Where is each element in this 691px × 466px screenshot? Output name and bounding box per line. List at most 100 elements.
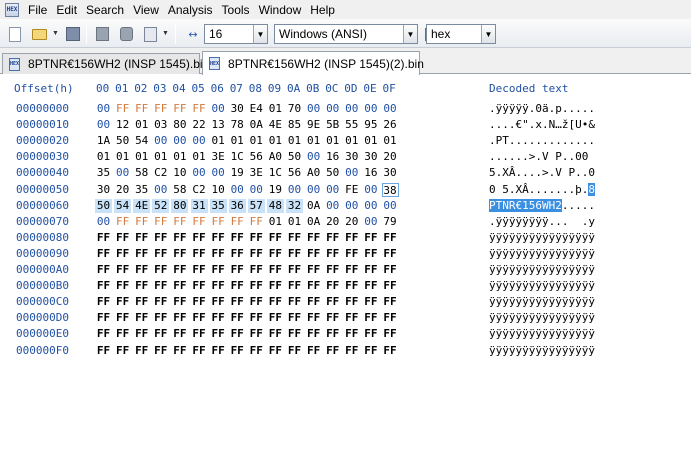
hex-byte-cell[interactable]: 22 (191, 118, 208, 132)
hex-byte-cell[interactable]: FF (191, 247, 208, 261)
hex-byte-cell[interactable]: FF (171, 263, 188, 277)
new-file-button[interactable] (6, 25, 24, 43)
hex-byte-cell[interactable]: FF (343, 311, 360, 325)
hex-byte-cell[interactable]: 00 (95, 118, 112, 132)
hex-byte-cell[interactable]: FF (267, 263, 284, 277)
hex-byte-cell[interactable]: 01 (133, 150, 150, 164)
hex-byte-cell[interactable]: FF (343, 263, 360, 277)
hex-byte-cell[interactable]: 30 (343, 150, 360, 164)
hex-byte-cell[interactable]: 1C (267, 166, 284, 180)
hex-byte-cell[interactable]: FF (248, 215, 265, 229)
hex-byte-cell[interactable]: 54 (114, 198, 132, 213)
hex-byte-cell[interactable]: FF (324, 279, 341, 293)
hex-byte-cell[interactable]: 01 (362, 134, 379, 148)
hex-byte-cell[interactable]: FF (343, 344, 360, 358)
hex-byte-cell[interactable]: FF (229, 247, 246, 261)
decoded-text[interactable]: .ÿÿÿÿÿÿÿÿ... .y (489, 214, 595, 230)
hex-byte-cell[interactable]: FF (286, 327, 303, 341)
hex-byte-cell[interactable]: 01 (229, 134, 246, 148)
hex-byte-cell[interactable]: FF (152, 279, 169, 293)
decoded-text[interactable]: ÿÿÿÿÿÿÿÿÿÿÿÿÿÿÿÿ (489, 326, 595, 342)
hex-byte-cell[interactable]: 16 (362, 166, 379, 180)
hex-byte-cell[interactable]: FF (267, 279, 284, 293)
hex-byte-cell[interactable]: FF (267, 231, 284, 245)
open-file-button[interactable] (30, 25, 48, 43)
open-dropdown-arrow-icon[interactable]: ▼ (52, 30, 59, 37)
hex-byte-cell[interactable]: FF (191, 327, 208, 341)
hex-byte-cell[interactable]: 00 (305, 102, 322, 116)
hex-byte-cell[interactable]: A0 (267, 150, 284, 164)
hex-byte-cell[interactable]: FF (362, 311, 379, 325)
hex-byte-cell[interactable]: 50 (114, 134, 131, 148)
hex-byte-cell[interactable]: FF (152, 263, 169, 277)
hex-byte-cell[interactable]: FF (133, 327, 150, 341)
hex-byte-cell[interactable]: 32 (286, 198, 303, 213)
hex-byte-cell[interactable]: FF (305, 231, 322, 245)
decoded-text[interactable]: ÿÿÿÿÿÿÿÿÿÿÿÿÿÿÿÿ (489, 310, 595, 326)
hex-byte-cell[interactable]: 00 (171, 134, 188, 148)
hex-byte-cell[interactable]: FF (171, 327, 188, 341)
hex-byte-cell[interactable]: 3E (210, 150, 227, 164)
hex-byte-cell[interactable]: C2 (191, 183, 208, 197)
hex-byte-cell[interactable]: 01 (171, 150, 188, 164)
hex-byte-cell[interactable]: FF (210, 247, 227, 261)
hex-byte-cell[interactable]: 56 (286, 166, 303, 180)
hex-byte-cell[interactable]: FF (191, 102, 208, 116)
hex-byte-cell[interactable]: FF (382, 295, 399, 309)
menu-search[interactable]: Search (85, 3, 132, 17)
decoded-text[interactable]: ÿÿÿÿÿÿÿÿÿÿÿÿÿÿÿÿ (489, 246, 595, 262)
hex-byte-cell[interactable]: FF (362, 231, 379, 245)
hex-byte-cell[interactable]: 01 (114, 150, 131, 164)
hex-byte-cell[interactable]: 00 (191, 134, 208, 148)
decoded-text[interactable]: .ÿÿÿÿÿ.0ä.p..... (489, 101, 595, 117)
hex-byte-cell[interactable]: FF (133, 311, 150, 325)
hex-byte-cell[interactable]: FF (267, 247, 284, 261)
decoded-text[interactable]: ÿÿÿÿÿÿÿÿÿÿÿÿÿÿÿÿ (489, 278, 595, 294)
hex-byte-cell[interactable]: 01 (248, 134, 265, 148)
hex-byte-cell[interactable]: FF (305, 311, 322, 325)
hex-byte-cell[interactable]: FF (133, 102, 150, 116)
hex-byte-cell[interactable]: 13 (210, 118, 227, 132)
hex-byte-cell[interactable]: FF (267, 344, 284, 358)
hex-byte-cell[interactable]: FF (95, 247, 112, 261)
hex-byte-cell[interactable]: 85 (286, 118, 303, 132)
hex-byte-cell[interactable]: 00 (324, 183, 341, 197)
hex-byte-cell[interactable]: 36 (228, 198, 246, 213)
hex-byte-cell[interactable]: 16 (324, 150, 341, 164)
menu-window[interactable]: Window (258, 3, 310, 17)
hex-byte-cell[interactable]: FF (152, 344, 169, 358)
hex-byte-cell[interactable]: 01 (286, 215, 303, 229)
hex-byte-cell[interactable]: 20 (324, 215, 341, 229)
decoded-text[interactable]: ÿÿÿÿÿÿÿÿÿÿÿÿÿÿÿÿ (489, 294, 595, 310)
hex-byte-cell[interactable]: 00 (152, 183, 169, 197)
hex-byte-cell[interactable]: FF (305, 327, 322, 341)
hex-byte-cell[interactable]: 35 (209, 198, 227, 213)
hex-byte-cell[interactable]: FF (114, 295, 131, 309)
hex-byte-cell[interactable]: FF (95, 344, 112, 358)
hex-byte-cell[interactable]: 78 (229, 118, 246, 132)
hex-byte-cell[interactable]: 80 (171, 198, 189, 213)
hex-byte-cell[interactable]: 26 (382, 118, 399, 132)
hex-byte-cell[interactable]: FF (248, 279, 265, 293)
hex-byte-cell[interactable]: FF (229, 279, 246, 293)
hex-byte-cell[interactable]: FF (171, 215, 188, 229)
hex-byte-cell[interactable]: 58 (171, 183, 188, 197)
hex-byte-cell[interactable]: 35 (133, 183, 150, 197)
hex-byte-cell[interactable]: 0A (305, 199, 322, 213)
hex-byte-cell[interactable]: 01 (267, 134, 284, 148)
decoded-text[interactable]: ......>.V P..00 (489, 149, 595, 165)
hex-byte-cell[interactable]: 00 (324, 199, 341, 213)
chevron-down-icon[interactable]: ▼ (403, 25, 417, 43)
hex-byte-cell[interactable]: FF (114, 279, 131, 293)
hex-byte-cell[interactable]: FF (248, 295, 265, 309)
hex-byte-cell[interactable]: FF (362, 295, 379, 309)
hex-byte-cell[interactable]: 0A (248, 118, 265, 132)
hex-byte-cell[interactable]: FF (343, 279, 360, 293)
hex-byte-cell[interactable]: FF (191, 231, 208, 245)
hex-byte-cell[interactable]: FF (95, 327, 112, 341)
hex-byte-cell[interactable]: 01 (191, 150, 208, 164)
decoded-text[interactable]: PTNR€156WH2..... (489, 198, 595, 214)
hex-byte-cell[interactable]: 00 (343, 102, 360, 116)
hex-byte-cell[interactable]: FF (191, 215, 208, 229)
options-button[interactable] (141, 25, 159, 43)
